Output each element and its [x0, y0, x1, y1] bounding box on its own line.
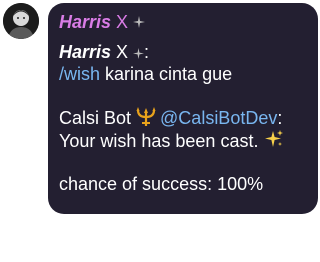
quoted-sender-name: Harris: [59, 42, 112, 62]
bot-name: Calsi Bot: [59, 108, 132, 128]
sparkles-icon: [264, 129, 284, 154]
sender-name[interactable]: Harris: [59, 12, 111, 33]
message-bubble: Harris X Harris X: /wish karina cinta gue…: [48, 3, 318, 214]
result-text: Your wish has been cast.: [59, 131, 259, 151]
user-avatar-icon: [3, 3, 39, 39]
command-args: karina cinta gue: [100, 64, 233, 84]
command-line: /wish karina cinta gue: [59, 63, 308, 85]
chat-message: Harris X Harris X: /wish karina cinta gue…: [0, 0, 320, 262]
sparkle-small-icon: [133, 42, 145, 64]
quoted-sender-line: Harris X:: [59, 41, 308, 63]
chance-text: chance of success: 100%: [59, 174, 264, 194]
bot-line: Calsi Bot @CalsiBotDev:: [59, 107, 308, 129]
avatar[interactable]: [3, 3, 39, 39]
result-line: Your wish has been cast.: [59, 129, 308, 151]
quoted-sender-suffix: X: [116, 42, 129, 62]
sparkle-small-icon: [133, 13, 146, 32]
bot-mention-link[interactable]: @CalsiBotDev: [160, 108, 277, 128]
sender-suffix: X: [116, 11, 129, 32]
chance-line: chance of success: 100%: [59, 173, 308, 195]
message-body: Harris X: /wish karina cinta gue Calsi Bo…: [59, 41, 308, 195]
command-link[interactable]: /wish: [59, 64, 100, 84]
bot-colon: :: [277, 108, 283, 128]
sender-header: Harris X: [59, 11, 308, 33]
quoted-colon: :: [144, 42, 150, 62]
